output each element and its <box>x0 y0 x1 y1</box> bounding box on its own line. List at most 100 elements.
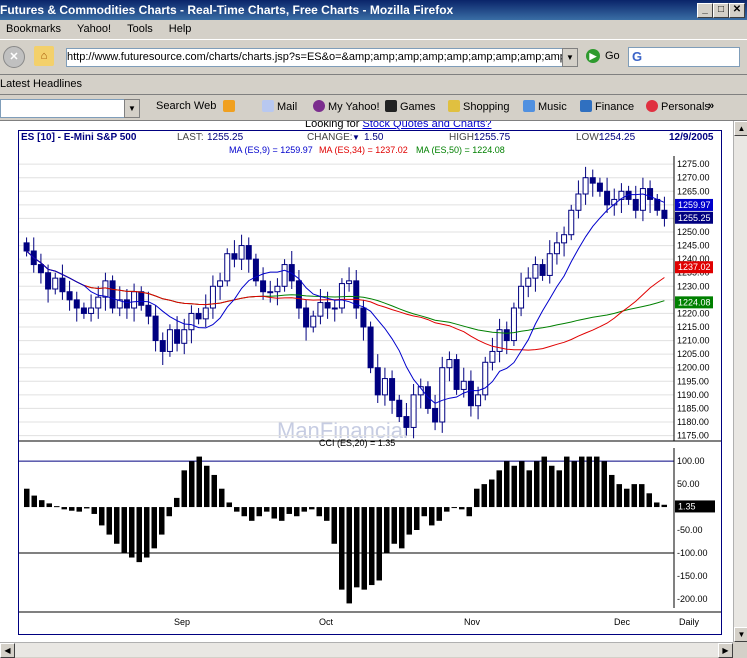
finance-icon <box>580 100 592 112</box>
home-icon[interactable]: ⌂ <box>34 46 54 66</box>
cci-bar <box>556 470 562 508</box>
cci-tick-label: -150.00 <box>677 571 708 581</box>
menu-tools[interactable]: Tools <box>127 23 153 35</box>
price-tick-label: 1180.00 <box>677 417 709 427</box>
menu-bookmarks[interactable]: Bookmarks <box>6 23 61 35</box>
go-icon[interactable]: ▶ <box>586 49 600 63</box>
cci-bar <box>384 507 390 553</box>
ma50-line <box>26 250 665 334</box>
stop-icon[interactable]: ✕ <box>3 46 25 68</box>
moving-average-legend: MA (ES,9) = 1259.97 MA (ES,34) = 1237.02… <box>19 144 721 156</box>
mail-icon <box>262 100 274 112</box>
high-value: 1255.75 <box>474 132 511 143</box>
cci-bar <box>661 504 667 508</box>
cci-bar <box>654 502 660 508</box>
price-tick-label: 1275.00 <box>677 159 710 169</box>
candle-body <box>632 198 639 211</box>
price-marker-label: 1224.08 <box>678 297 711 307</box>
cci-bar <box>294 507 300 517</box>
toolbar-overflow-icon[interactable]: » <box>708 100 714 112</box>
personals-button[interactable]: Personals <box>646 100 710 113</box>
cci-bar <box>346 507 352 604</box>
candle-body <box>374 367 381 396</box>
price-marker-label: 1237.02 <box>678 262 711 272</box>
candle-body <box>575 193 582 211</box>
candle-body <box>224 253 231 282</box>
horizontal-scrollbar[interactable]: ◀ ▶ <box>0 642 733 658</box>
change-label: CHANGE: <box>307 132 353 143</box>
change-down-icon: ▼ <box>352 133 360 142</box>
candle-body <box>410 394 417 428</box>
music-icon <box>523 100 535 112</box>
candle-body <box>188 312 195 331</box>
candle-body <box>80 307 87 314</box>
cci-bar <box>226 502 232 508</box>
price-tick-label: 1265.00 <box>677 186 710 196</box>
stock-quotes-link[interactable]: Stock Quotes and Charts? <box>362 121 491 130</box>
search-web-button[interactable]: Search Web <box>156 100 216 112</box>
last-label: LAST: <box>177 132 204 143</box>
cci-bar <box>609 474 615 508</box>
cci-bar <box>376 507 382 581</box>
candle-body <box>389 378 396 401</box>
chart-date: 12/9/2005 <box>669 132 714 143</box>
menu-yahoo[interactable]: Yahoo! <box>77 23 111 35</box>
shopping-button[interactable]: Shopping <box>448 100 510 113</box>
price-tick-label: 1205.00 <box>677 349 710 359</box>
candle-body <box>467 380 474 407</box>
yahoo-highlight-icon[interactable] <box>223 100 238 113</box>
yahoo-search-input[interactable] <box>0 99 125 118</box>
chart-header: ES [10] - E-Mini S&P 500 LAST: 1255.25 C… <box>19 131 721 144</box>
music-button[interactable]: Music <box>523 100 567 113</box>
candle-body <box>381 378 388 396</box>
cci-bar <box>106 507 112 535</box>
minimize-button[interactable]: _ <box>697 3 713 18</box>
cci-bar <box>286 507 292 514</box>
menu-help[interactable]: Help <box>169 23 192 35</box>
cci-bar <box>646 493 652 508</box>
vertical-scrollbar[interactable]: ▲ ▼ <box>733 121 747 642</box>
x-tick-label: Oct <box>319 617 334 627</box>
scroll-down-icon[interactable]: ▼ <box>734 627 747 642</box>
candle-body <box>231 253 238 260</box>
mail-button[interactable]: Mail <box>262 100 297 113</box>
go-button[interactable]: Go <box>605 50 620 62</box>
latest-headlines-bookmark[interactable]: Latest Headlines <box>0 78 82 90</box>
cci-bar <box>54 506 60 508</box>
candle-body <box>604 190 611 206</box>
candle-body <box>138 291 145 306</box>
price-marker-label: 1259.97 <box>678 200 711 210</box>
games-button[interactable]: Games <box>385 100 435 113</box>
candle-body <box>525 277 532 287</box>
yahoo-search-dropdown[interactable]: ▼ <box>124 99 140 118</box>
address-bar[interactable]: http://www.futuresource.com/charts/chart… <box>66 48 566 67</box>
cci-bar <box>114 507 120 544</box>
cci-bar <box>399 507 405 549</box>
cci-bar <box>601 461 607 508</box>
scroll-up-icon[interactable]: ▲ <box>734 121 747 136</box>
url-dropdown-button[interactable]: ▼ <box>562 48 578 67</box>
cci-bar <box>69 507 75 511</box>
price-tick-label: 1195.00 <box>677 376 709 386</box>
cci-bar <box>406 507 412 535</box>
candle-body <box>37 264 44 274</box>
maximize-button[interactable]: □ <box>713 3 729 18</box>
cci-bar <box>586 456 592 508</box>
finance-button[interactable]: Finance <box>580 100 634 113</box>
cci-bar <box>121 507 127 553</box>
close-window-button[interactable]: ✕ <box>729 3 745 18</box>
cci-bar <box>361 507 367 590</box>
candle-body <box>166 329 173 352</box>
cci-bar <box>624 488 630 508</box>
search-box[interactable]: G <box>628 47 740 67</box>
my-yahoo-button[interactable]: My Yahoo! <box>313 100 380 113</box>
price-tick-label: 1245.00 <box>677 241 710 251</box>
cci-current-label: 1.35 <box>678 501 696 511</box>
page-content: Looking for Stock Quotes and Charts? ES … <box>0 121 733 656</box>
cci-bar <box>76 507 82 512</box>
cci-bar <box>564 456 570 508</box>
candle-body <box>346 280 353 285</box>
yahoo-toolbar: ▼ Search Web Mail My Yahoo! Games Shoppi… <box>0 96 747 121</box>
change-value: 1.50 <box>364 132 384 143</box>
price-tick-label: 1185.00 <box>677 403 709 413</box>
